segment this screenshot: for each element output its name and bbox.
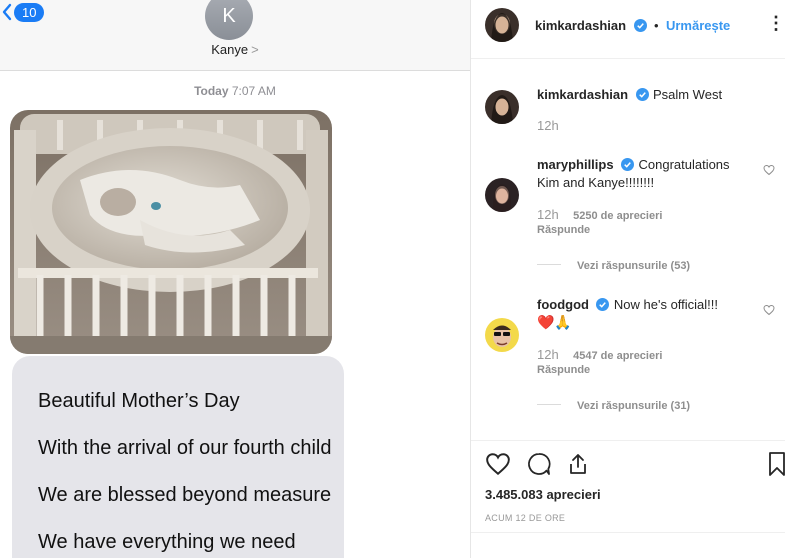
message-line-2: With the arrival of our fourth child: [38, 437, 332, 459]
verified-badge-icon: [633, 19, 647, 32]
caption-username[interactable]: kimkardashian: [537, 87, 628, 102]
comment-2-reply[interactable]: Răspunde: [537, 364, 590, 376]
message-line-3: We are blessed beyond measure: [38, 484, 332, 506]
message-timestamp: Today 7:07 AM: [0, 84, 470, 98]
baby-in-crib-image: [10, 110, 332, 354]
back-button[interactable]: 10: [2, 0, 45, 24]
contact-avatar[interactable]: K: [205, 0, 253, 40]
comment-1-text-1: Congratulations: [638, 157, 730, 172]
likes-count[interactable]: 3.485.083 aprecieri: [485, 487, 601, 502]
verified-badge-icon: [596, 298, 610, 311]
verified-badge-icon: [635, 88, 649, 101]
comment-icon[interactable]: [526, 452, 552, 476]
actions-divider: [471, 440, 785, 441]
contact-name[interactable]: Kanye >: [0, 42, 470, 57]
like-comment-heart-icon[interactable]: [763, 304, 775, 316]
verified-badge-icon: [621, 158, 635, 171]
contact-name-label: Kanye: [211, 42, 249, 57]
heart-icon[interactable]: [485, 452, 511, 476]
comment-1-text-2: Kim and Kanye!!!!!!!!: [537, 175, 655, 190]
comment-2-username[interactable]: foodgod: [537, 297, 589, 312]
message-bubble: Beautiful Mother’s Day With the arrival …: [12, 356, 344, 558]
comment-2-text-1: Now he's official!!!: [613, 297, 719, 312]
caption-text: Psalm West: [652, 87, 723, 102]
caption-avatar[interactable]: [485, 90, 519, 124]
comment-1-time[interactable]: 12h: [537, 207, 559, 222]
timestamp-day: Today: [194, 84, 229, 98]
comment-1-likes[interactable]: 5250 de aprecieri: [573, 210, 662, 222]
maryphillips-avatar[interactable]: [485, 178, 519, 212]
like-comment-heart-icon[interactable]: [763, 164, 775, 176]
share-icon[interactable]: [566, 452, 590, 476]
reply-line: [537, 404, 561, 406]
post-header: kimkardashian • Urmărește ⋮: [471, 0, 785, 59]
baby-photo[interactable]: [10, 110, 332, 354]
comment-2-emoji: ❤️🙏: [537, 314, 572, 330]
comment-2-view-replies-label: Vezi răspunsurile (31): [577, 400, 691, 412]
posted-ago: ACUM 12 DE ORE: [485, 513, 566, 523]
instagram-panel: kimkardashian • Urmărește ⋮ kimkardashia…: [471, 0, 785, 558]
comment-1-view-replies-label: Vezi răspunsurile (53): [577, 260, 691, 272]
chevron-right-icon: >: [251, 42, 259, 57]
back-chevron-icon: [2, 3, 12, 21]
message-line-4: We have everything we need: [38, 531, 296, 553]
caption-time[interactable]: 12h: [537, 118, 559, 133]
comment-2-time[interactable]: 12h: [537, 347, 559, 362]
follow-button[interactable]: Urmărește: [666, 18, 730, 33]
reply-line: [537, 264, 561, 266]
add-comment-area[interactable]: [471, 532, 785, 558]
header-separator: •: [653, 18, 659, 33]
timestamp-time: 7:07 AM: [231, 84, 276, 98]
comment-1-reply[interactable]: Răspunde: [537, 224, 590, 236]
more-options-icon[interactable]: ⋮: [767, 13, 785, 34]
caption: kimkardashian Psalm West: [537, 86, 722, 104]
bookmark-icon[interactable]: [769, 452, 785, 476]
comment-2: foodgod Now he's official!!!: [537, 296, 718, 314]
comment-2-view-replies[interactable]: Vezi răspunsurile (31): [537, 396, 690, 414]
unread-count-badge: 10: [14, 2, 45, 22]
post-author-username[interactable]: kimkardashian: [535, 18, 626, 33]
imessage-screenshot: 10 K Kanye > Today 7:07 AM Beautiful Mot…: [0, 0, 470, 558]
foodgod-avatar[interactable]: [485, 318, 519, 352]
kim-avatar[interactable]: [485, 8, 519, 42]
comment-1-view-replies[interactable]: Vezi răspunsurile (53): [537, 256, 690, 274]
message-line-1: Beautiful Mother’s Day: [38, 390, 240, 412]
comment-1: maryphillips Congratulations: [537, 156, 730, 174]
imessage-header: 10 K Kanye >: [0, 0, 470, 71]
comment-1-username[interactable]: maryphillips: [537, 157, 614, 172]
comment-2-likes[interactable]: 4547 de aprecieri: [573, 350, 662, 362]
